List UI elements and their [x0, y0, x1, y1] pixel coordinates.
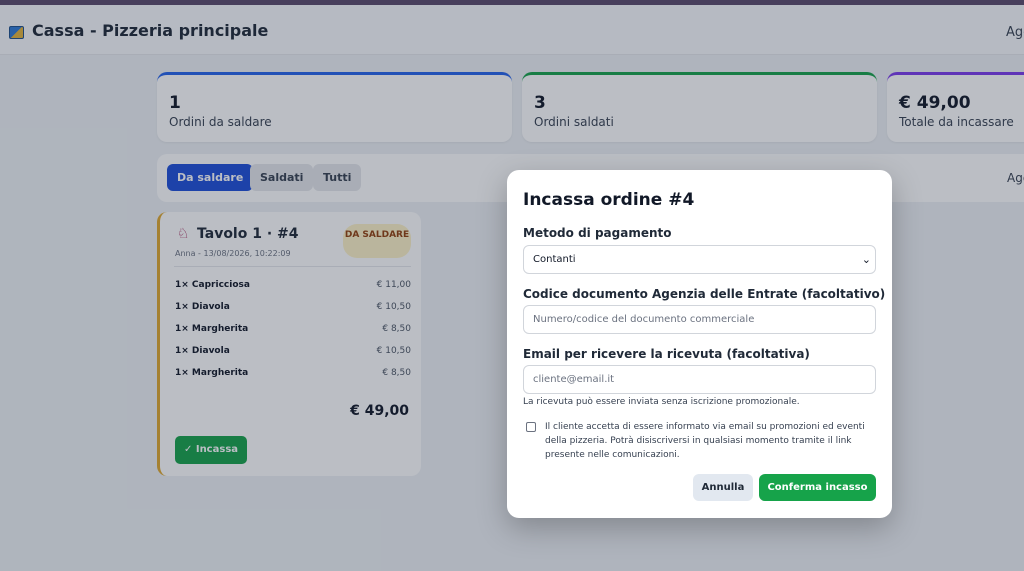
confirm-payment-button[interactable]: Conferma incasso: [759, 474, 876, 501]
document-code-input[interactable]: Numero/codice del documento commerciale: [523, 305, 876, 334]
payment-method-value: Contanti: [533, 254, 576, 265]
chevron-down-icon: ⌄: [861, 253, 871, 266]
document-code-label: Codice documento Agenzia delle Entrate (…: [523, 287, 886, 301]
email-label: Email per ricevere la ricevuta (facoltat…: [523, 347, 810, 361]
modal-title: Incassa ordine #4: [523, 190, 695, 210]
payment-modal: Incassa ordine #4 Metodo di pagamento Co…: [507, 170, 892, 518]
consent-text: Il cliente accetta di essere informato v…: [545, 422, 865, 460]
payment-method-select[interactable]: Contanti ⌄: [523, 245, 876, 274]
cancel-button[interactable]: Annulla: [693, 474, 753, 501]
consent-checkbox[interactable]: [526, 422, 536, 432]
receipt-note: La ricevuta può essere inviata senza isc…: [523, 397, 800, 407]
payment-method-label: Metodo di pagamento: [523, 226, 672, 240]
email-field[interactable]: cliente@email.it: [523, 365, 876, 394]
